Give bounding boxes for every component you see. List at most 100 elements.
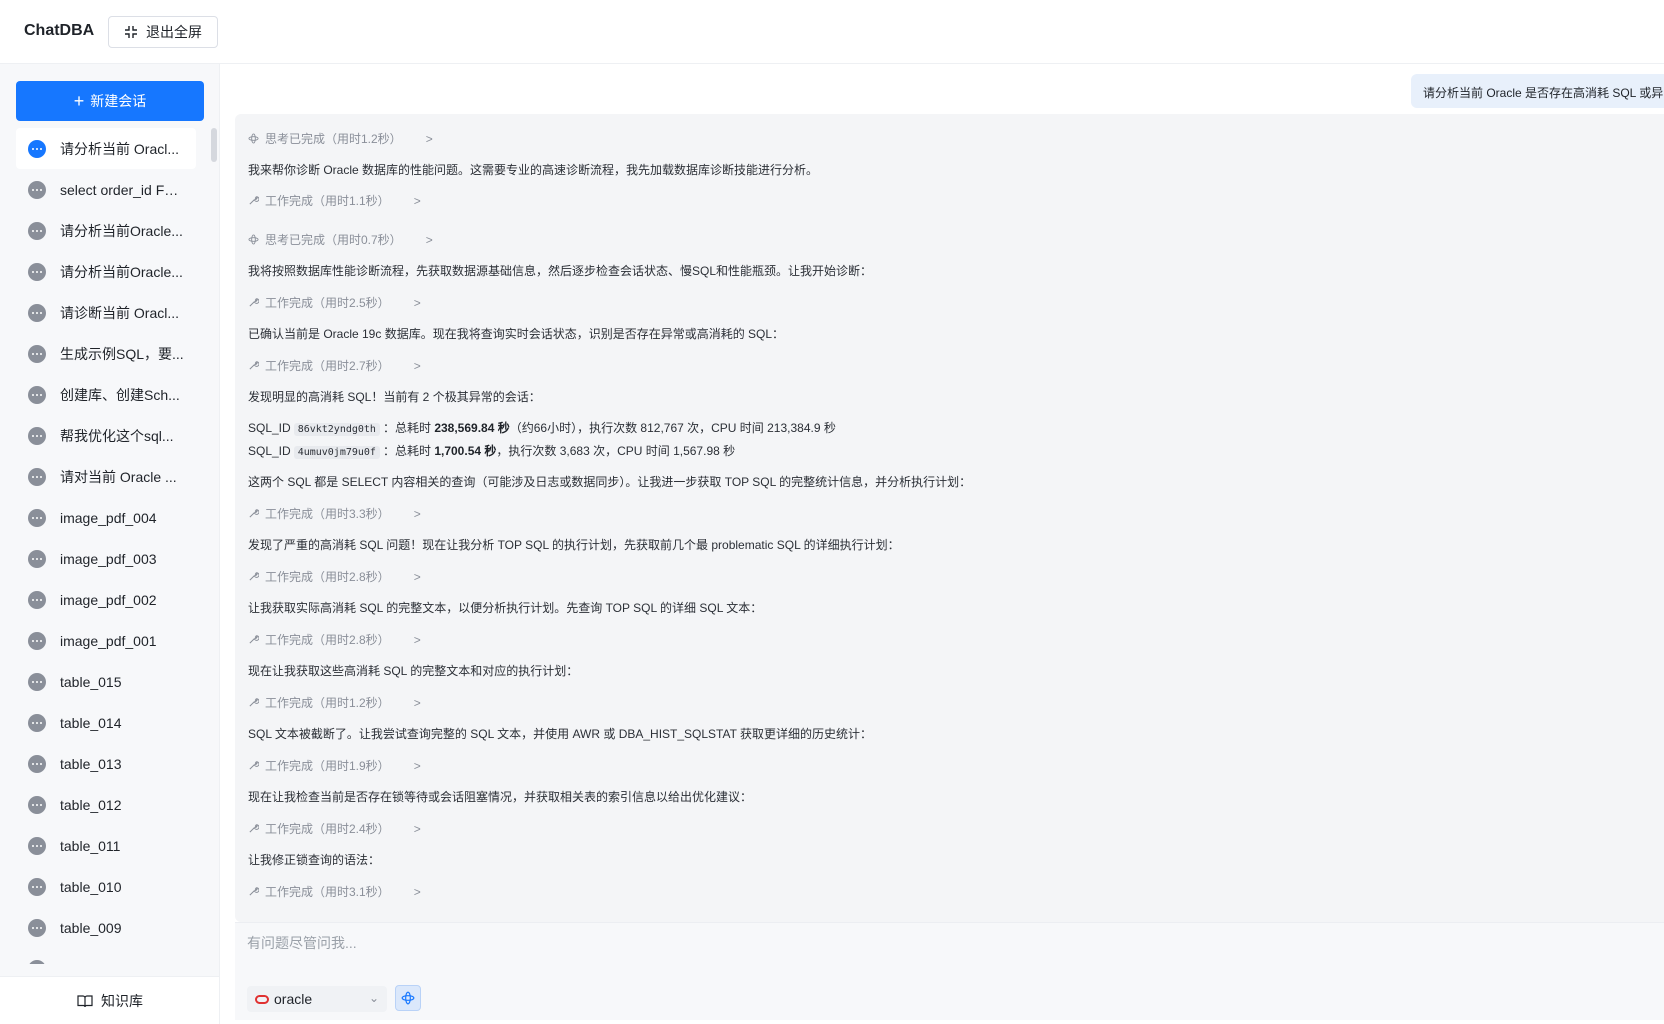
assistant-text: 我将按照数据库性能诊断流程，先获取数据源基础信息，然后逐步检查会话状态、慢SQL… bbox=[248, 264, 873, 278]
knowledge-base-link[interactable]: 知识库 bbox=[0, 976, 219, 1024]
work-status-label: 工作完成（用时3.1秒） bbox=[265, 885, 390, 899]
conversation-label: 请诊断当前 Oracl... bbox=[60, 304, 180, 321]
conversation-item[interactable]: table_013 bbox=[16, 743, 196, 784]
assistant-text: 发现明显的高消耗 SQL！当前有 2 个极其异常的会话： bbox=[248, 390, 541, 404]
thinking-status-label: 思考已完成（用时1.2秒） bbox=[265, 132, 402, 146]
conversation-item[interactable]: table_008 bbox=[16, 948, 196, 964]
wrench-icon bbox=[249, 196, 259, 205]
chat-bubble-icon bbox=[28, 672, 46, 691]
conversation-label: table_012 bbox=[60, 796, 122, 813]
exit-fullscreen-icon bbox=[125, 26, 137, 38]
work-status[interactable]: 工作完成（用时2.8秒） > bbox=[248, 568, 421, 585]
conversation-label: table_011 bbox=[60, 837, 121, 854]
sql-elapsed: 1,700.54 秒 bbox=[434, 444, 497, 458]
chat-bubble-icon bbox=[28, 508, 46, 527]
work-status[interactable]: 工作完成（用时2.8秒） > bbox=[248, 631, 421, 648]
conversation-item[interactable]: 请诊断当前 Oracl... bbox=[16, 292, 196, 333]
chevron-right-icon: > bbox=[413, 758, 421, 773]
chat-input-placeholder[interactable]: 有问题尽管问我... bbox=[247, 933, 357, 953]
deep-thinking-toggle[interactable] bbox=[395, 985, 421, 1011]
work-status-label: 工作完成（用时1.9秒） bbox=[265, 759, 390, 773]
conversation-item[interactable]: image_pdf_003 bbox=[16, 538, 196, 579]
conversation-item[interactable]: table_009 bbox=[16, 907, 196, 948]
atom-icon bbox=[248, 133, 259, 144]
wrench-icon bbox=[249, 698, 259, 707]
chat-bubble-icon bbox=[28, 385, 46, 404]
conversation-label: 请对当前 Oracle ... bbox=[60, 468, 177, 485]
assistant-text: 让我获取实际高消耗 SQL 的完整文本，以便分析执行计划。先查询 TOP SQL… bbox=[248, 601, 763, 615]
conversation-label: image_pdf_003 bbox=[60, 550, 157, 567]
chat-main: 请分析当前 Oracle 是否存在高消耗 SQL 或异常 思考已完成（用时1.2… bbox=[220, 64, 1664, 1024]
chat-bubble-icon bbox=[28, 303, 46, 322]
work-status[interactable]: 工作完成（用时2.4秒） > bbox=[248, 820, 421, 837]
chat-bubble-icon bbox=[28, 467, 46, 486]
conversation-item[interactable]: table_014 bbox=[16, 702, 196, 743]
sql-stat-mid: ：总耗时 bbox=[382, 444, 431, 458]
conversation-label: table_010 bbox=[60, 878, 122, 895]
sidebar: + 新建会话 请分析当前 Oracl... select order_id FR… bbox=[0, 64, 220, 1024]
work-status[interactable]: 工作完成（用时2.7秒） > bbox=[248, 357, 421, 374]
exit-fullscreen-button[interactable]: 退出全屏 bbox=[108, 16, 218, 48]
wrench-icon bbox=[249, 761, 259, 770]
conversation-label: table_015 bbox=[60, 673, 122, 690]
chevron-right-icon: > bbox=[413, 295, 421, 310]
conversation-item[interactable]: select order_id FR... bbox=[16, 169, 196, 210]
chat-bubble-icon bbox=[28, 836, 46, 855]
new-chat-button[interactable]: + 新建会话 bbox=[16, 81, 204, 121]
sql-id-code: 86vkt2yndg0th bbox=[293, 423, 380, 436]
conversation-item[interactable]: 生成示例SQL，要... bbox=[16, 333, 196, 374]
sidebar-scrollbar[interactable] bbox=[211, 128, 217, 162]
chevron-right-icon: > bbox=[413, 193, 421, 208]
work-status[interactable]: 工作完成（用时3.3秒） > bbox=[248, 505, 421, 522]
conversation-item[interactable]: table_015 bbox=[16, 661, 196, 702]
sql-stat-mid: ：总耗时 bbox=[382, 421, 431, 435]
book-icon bbox=[77, 994, 93, 1007]
chat-bubble-icon bbox=[28, 221, 46, 240]
wrench-icon bbox=[249, 509, 259, 518]
work-status[interactable]: 工作完成（用时1.9秒） > bbox=[248, 757, 421, 774]
work-status-label: 工作完成（用时2.7秒） bbox=[265, 359, 390, 373]
assistant-text: 让我修正锁查询的语法： bbox=[248, 853, 381, 867]
conversation-item[interactable]: table_011 bbox=[16, 825, 196, 866]
assistant-text: 这两个 SQL 都是 SELECT 内容相关的查询（可能涉及日志或数据同步）。让… bbox=[248, 475, 972, 489]
conversation-item[interactable]: 请分析当前 Oracl... bbox=[16, 128, 196, 169]
app-title: ChatDBA bbox=[24, 22, 95, 39]
work-status[interactable]: 工作完成（用时2.5秒） > bbox=[248, 294, 421, 311]
thinking-status[interactable]: 思考已完成（用时1.2秒） > bbox=[248, 130, 433, 147]
conversation-item[interactable]: image_pdf_001 bbox=[16, 620, 196, 661]
work-status[interactable]: 工作完成（用时1.1秒） > bbox=[248, 192, 421, 209]
chevron-down-icon: ⌄ bbox=[368, 991, 379, 1005]
conversation-label: 请分析当前 Oracl... bbox=[60, 140, 180, 157]
chat-input-area[interactable]: 有问题尽管问我... oracle ⌄ bbox=[235, 922, 1664, 1020]
conversation-item[interactable]: 请对当前 Oracle ... bbox=[16, 456, 196, 497]
sql-stat-rest: （约66小时），执行次数 812,767 次，CPU 时间 213,384.9 … bbox=[509, 421, 836, 435]
conversation-item[interactable]: 帮我优化这个sql... bbox=[16, 415, 196, 456]
conversation-item[interactable]: 创建库、创建Sch... bbox=[16, 374, 196, 415]
sql-id-prefix: SQL_ID bbox=[248, 444, 291, 458]
conversation-label: 帮我优化这个sql... bbox=[60, 427, 174, 444]
assistant-answer: 思考已完成（用时1.2秒） > 我来帮你诊断 Oracle 数据库的性能问题。这需… bbox=[235, 114, 1664, 922]
new-chat-label: 新建会话 bbox=[90, 93, 147, 109]
conversation-item[interactable]: image_pdf_002 bbox=[16, 579, 196, 620]
chat-bubble-icon bbox=[28, 344, 46, 363]
chat-bubble-icon bbox=[28, 631, 46, 650]
wrench-icon bbox=[249, 824, 259, 833]
chat-bubble-icon bbox=[28, 795, 46, 814]
datasource-select[interactable]: oracle ⌄ bbox=[247, 986, 387, 1012]
conversation-label: image_pdf_004 bbox=[60, 509, 157, 526]
conversation-item[interactable]: 请分析当前Oracle... bbox=[16, 210, 196, 251]
work-status[interactable]: 工作完成（用时3.1秒） > bbox=[248, 883, 421, 900]
conversation-label: select order_id FR... bbox=[60, 181, 185, 198]
plus-icon: + bbox=[73, 91, 85, 111]
conversation-item[interactable]: image_pdf_004 bbox=[16, 497, 196, 538]
chat-bubble-icon bbox=[28, 426, 46, 445]
conversation-label: 生成示例SQL，要... bbox=[60, 345, 184, 362]
conversation-item[interactable]: 请分析当前Oracle... bbox=[16, 251, 196, 292]
conversation-item[interactable]: table_010 bbox=[16, 866, 196, 907]
work-status-label: 工作完成（用时3.3秒） bbox=[265, 507, 390, 521]
chevron-right-icon: > bbox=[413, 632, 421, 647]
chevron-right-icon: > bbox=[413, 506, 421, 521]
work-status[interactable]: 工作完成（用时1.2秒） > bbox=[248, 694, 421, 711]
conversation-item[interactable]: table_012 bbox=[16, 784, 196, 825]
thinking-status[interactable]: 思考已完成（用时0.7秒） > bbox=[248, 231, 433, 248]
